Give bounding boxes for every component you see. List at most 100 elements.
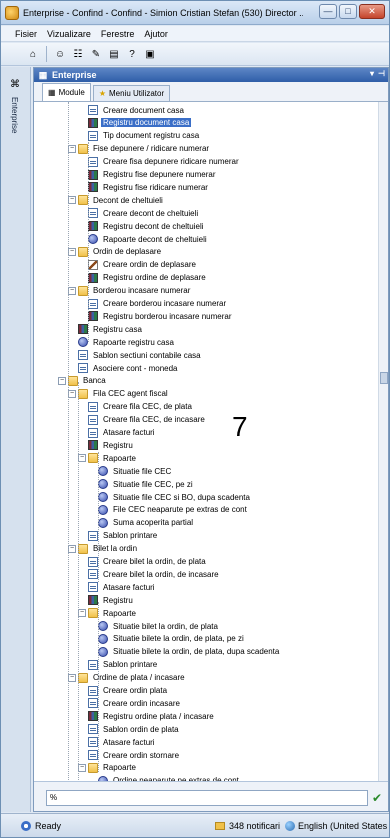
tree-scrollbar[interactable] <box>378 102 388 782</box>
tree-expander-icon[interactable]: − <box>68 247 76 256</box>
tab-module[interactable]: ▦ Module <box>42 83 91 101</box>
scrollbar-thumb[interactable] <box>380 372 388 384</box>
tree-item[interactable]: Situatie bilet la ordin, de plata <box>98 620 220 632</box>
tree-item[interactable]: Registru decont de cheltuieli <box>88 220 206 232</box>
tree-item[interactable]: Creare bilet la ordin, de plata <box>88 556 208 568</box>
folder-icon <box>78 285 88 296</box>
tree-item[interactable]: Asociere cont - moneda <box>78 362 180 374</box>
tree-item[interactable]: − Rapoarte <box>78 452 138 464</box>
tree-item[interactable]: Registru ordine plata / incasare <box>88 710 216 722</box>
help-icon[interactable]: ? <box>124 46 140 62</box>
doc-icon <box>88 569 98 580</box>
enterprise-dock-icon[interactable]: ⌘ <box>9 79 21 91</box>
tree-item[interactable]: − Decont de cheltuieli <box>68 194 165 206</box>
tree-item[interactable]: Situatie file CEC, pe zi <box>98 478 195 490</box>
tab-meniu-utilizator[interactable]: ★ Meniu Utilizator <box>92 85 171 101</box>
tree-expander-icon[interactable]: − <box>68 196 76 205</box>
tree-expander-icon[interactable]: − <box>68 673 76 682</box>
tree-expander-icon[interactable]: − <box>58 376 66 385</box>
tree-expander-icon[interactable]: − <box>68 144 76 153</box>
tree-item[interactable]: Registru fise ridicare numerar <box>88 181 210 193</box>
toolbar-separator <box>46 46 47 62</box>
tree-item[interactable]: Creare fisa depunere ridicare numerar <box>88 156 241 168</box>
close-button[interactable]: ✕ <box>359 4 385 19</box>
panel-pin-icon[interactable]: ⊣ <box>378 69 385 78</box>
tree-guide-line <box>68 102 69 782</box>
tree-item[interactable]: Registru borderou incasare numerar <box>88 310 234 322</box>
tree-item[interactable]: Registru fise depunere numerar <box>88 169 218 181</box>
tree-item[interactable]: Registru <box>88 594 135 606</box>
tree-expander-icon[interactable]: − <box>68 286 76 295</box>
menu-ferestre[interactable]: Ferestre <box>101 29 135 39</box>
doc-icon[interactable]: ▤ <box>106 46 122 62</box>
tree-item[interactable]: Creare ordin plata <box>88 685 169 697</box>
tree-item[interactable]: − Rapoarte <box>78 607 138 619</box>
menu-fisier[interactable]: Fisier <box>15 29 37 39</box>
tree-item[interactable]: Rapoarte registru casa <box>78 336 176 348</box>
tree-item[interactable]: − Ordine de plata / incasare <box>68 672 187 684</box>
tree-item[interactable]: Sablon ordin de plata <box>88 723 181 735</box>
tree-item[interactable]: Atasare facturi <box>88 581 157 593</box>
tree-item[interactable]: Atasare facturi <box>88 427 157 439</box>
book-icon <box>88 311 98 322</box>
users-icon[interactable]: ☺ <box>52 46 68 62</box>
home-icon[interactable]: ⌂ <box>25 46 41 62</box>
tree-item[interactable]: − Fise depunere / ridicare numerar <box>68 143 211 155</box>
tree-item[interactable]: Creare ordin de deplasare <box>88 259 198 271</box>
tree-expander-icon[interactable]: − <box>78 763 86 772</box>
filter-apply-icon[interactable]: ✔ <box>369 790 385 806</box>
panel-dropdown-icon[interactable]: ▾ <box>370 69 374 78</box>
tree-item[interactable]: Registru document casa <box>88 117 192 129</box>
menu-vizualizare[interactable]: Vizualizare <box>47 29 91 39</box>
tree-item[interactable]: Rapoarte decont de cheltuieli <box>88 233 209 245</box>
language-icon <box>285 820 296 831</box>
tree-item[interactable]: Suma acoperita partial <box>98 517 195 529</box>
tree-expander-icon[interactable]: − <box>78 454 86 463</box>
tree-item[interactable]: Situatie file CEC <box>98 465 173 477</box>
tree-icon[interactable]: ☷ <box>70 46 86 62</box>
tree-item[interactable]: − Fila CEC agent fiscal <box>68 388 170 400</box>
report-icon <box>98 517 108 528</box>
pen-icon[interactable]: ✎ <box>88 46 104 62</box>
tree-item-label: Creare decont de cheltuieli <box>103 208 199 218</box>
tree-item[interactable]: Registru ordine de deplasare <box>88 272 208 284</box>
title-bar[interactable]: Enterprise - Confind - Confind - Simion … <box>1 1 389 25</box>
tree-item-label: Rapoarte <box>103 763 136 773</box>
tree-item[interactable]: − Ordin de deplasare <box>68 246 163 258</box>
tree-item-label: Asociere cont - moneda <box>93 363 178 373</box>
tree-item[interactable]: Creare bilet la ordin, de incasare <box>88 568 221 580</box>
tree-item[interactable]: Situatie bilete la ordin, de plata, dupa… <box>98 646 281 658</box>
tree-item-label: Registru document casa <box>101 118 192 128</box>
tree-expander-icon[interactable]: − <box>68 389 76 398</box>
tree-item[interactable]: Creare decont de cheltuieli <box>88 207 200 219</box>
tree-item[interactable]: Creare ordin incasare <box>88 697 182 709</box>
tree-item[interactable]: Creare borderou incasare numerar <box>88 298 228 310</box>
side-dock-label[interactable]: Enterprise <box>10 97 19 133</box>
tree-item-label: Ordin de deplasare <box>93 247 162 257</box>
window-icon[interactable]: ▣ <box>142 46 158 62</box>
tree-item[interactable]: Registru <box>88 439 135 451</box>
tree-item[interactable]: Creare fila CEC, de incasare <box>88 414 207 426</box>
filter-input[interactable]: % <box>46 790 368 806</box>
menu-ajutor[interactable]: Ajutor <box>144 29 168 39</box>
tree-item[interactable]: Creare document casa <box>88 104 186 116</box>
tree-item[interactable]: − Rapoarte <box>78 762 138 774</box>
tree-item[interactable]: Tip document registru casa <box>88 130 201 142</box>
tree-item[interactable]: Creare ordin stornare <box>88 749 181 761</box>
language-label[interactable]: English (United States <box>298 821 387 831</box>
tree-item[interactable]: Sablon sectiuni contabile casa <box>78 349 203 361</box>
notification-icon[interactable] <box>215 821 225 830</box>
tree-item[interactable]: File CEC neaparute pe extras de cont <box>98 504 249 516</box>
report-icon <box>98 466 108 477</box>
tree-item[interactable]: − Banca <box>58 375 108 387</box>
tree-item[interactable]: Situatie file CEC si BO, dupa scadenta <box>98 491 252 503</box>
tree-expander-icon[interactable]: − <box>78 609 86 618</box>
maximize-button[interactable]: □ <box>339 4 357 19</box>
tree-expander-icon[interactable]: − <box>68 544 76 553</box>
notification-count[interactable]: 348 notificari <box>229 821 280 831</box>
tree-item[interactable]: Creare fila CEC, de plata <box>88 401 194 413</box>
minimize-button[interactable]: — <box>319 4 337 19</box>
tree-item[interactable]: Situatie bilete la ordin, de plata, pe z… <box>98 633 246 645</box>
module-icon: ▦ <box>48 88 56 97</box>
tree-item[interactable]: − Borderou incasare numerar <box>68 285 192 297</box>
